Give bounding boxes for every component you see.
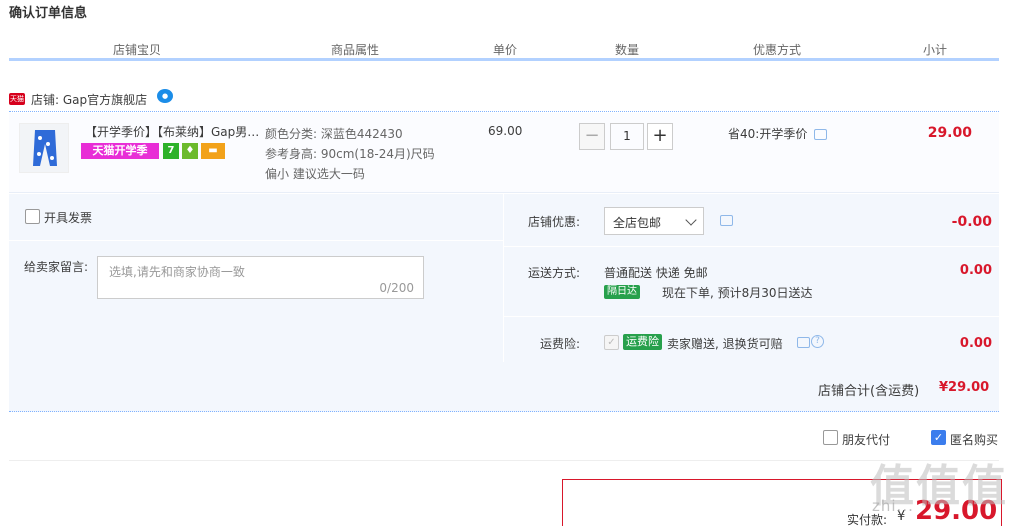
guarantee-icon: ♦ xyxy=(182,143,198,159)
watermark-url: zhi... xyxy=(872,497,914,515)
order-table-header: 店铺宝贝 商品属性 单价 数量 优惠方式 小计 xyxy=(9,37,999,61)
col-header-subtotal: 小计 xyxy=(923,43,948,57)
insurance-badge: 运费险 xyxy=(623,334,662,350)
chevron-down-icon xyxy=(685,214,697,226)
col-header-attributes: 商品属性 xyxy=(331,43,380,57)
col-header-unit-price: 单价 xyxy=(493,43,518,57)
product-thumbnail[interactable] xyxy=(19,123,69,173)
anonymous-checkbox[interactable]: ✓ xyxy=(931,430,946,445)
item-subtotal: 29.00 xyxy=(927,125,972,141)
shipping-amount: 0.00 xyxy=(959,263,992,278)
memo-label: 给卖家留言: xyxy=(24,260,89,274)
shipping-method: 普通配送 快递 免邮 xyxy=(604,266,708,280)
divider xyxy=(504,246,999,247)
shop-discount-select[interactable]: 全店包邮 xyxy=(604,207,704,235)
quantity-increase-button[interactable]: + xyxy=(647,123,673,150)
shop-fees-panel: 店铺优惠: 全店包邮 -0.00 运送方式: 普通配送 快递 免邮 隔日达 现在… xyxy=(504,194,999,362)
unit-price: 69.00 xyxy=(488,124,523,138)
insurance-label: 运费险: xyxy=(540,337,581,351)
next-day-badge: 隔日达 xyxy=(604,285,640,299)
attr-height: 参考身高: 90cm(18-24月)尺码 xyxy=(265,147,435,161)
help-icon[interactable]: ? xyxy=(811,335,824,348)
insurance-checkbox[interactable]: ✓ xyxy=(604,335,619,350)
divider xyxy=(9,240,503,241)
shop-name[interactable]: 店铺: Gap官方旗舰店 xyxy=(31,91,147,108)
attr-note: 偏小 建议选大一码 xyxy=(265,167,365,181)
invoice-label: 开具发票 xyxy=(44,211,93,225)
insurance-amount: 0.00 xyxy=(959,336,992,351)
friend-pay-label: 朋友代付 xyxy=(842,433,891,447)
quantity-input[interactable]: 1 xyxy=(610,123,644,150)
shop-discount-amount: -0.00 xyxy=(951,214,992,230)
shop-total-label: 店铺合计(含运费) xyxy=(818,384,920,399)
memo-textarea[interactable]: 选填,请先和商家协商一致 0/200 xyxy=(97,256,424,299)
memo-placeholder: 选填,请先和商家协商一致 xyxy=(109,265,245,279)
divider xyxy=(504,316,999,317)
shop-row: 天猫 店铺: Gap官方旗舰店 ● xyxy=(9,86,999,112)
shop-discount-selected: 全店包邮 xyxy=(613,216,662,230)
col-header-item: 店铺宝贝 xyxy=(113,43,162,57)
order-item-row: 【开学季价】【布莱纳】Gap男… 天猫开学季 7 ♦ ▬ 颜色分类: 深蓝色44… xyxy=(9,113,999,193)
shipping-label: 运送方式: xyxy=(528,266,581,280)
shop-total-amount: ¥29.00 xyxy=(939,380,990,395)
col-header-quantity: 数量 xyxy=(615,43,640,57)
shop-discount-label: 店铺优惠: xyxy=(528,215,581,229)
wangwang-chat-icon[interactable]: ● xyxy=(157,89,173,103)
divider xyxy=(9,460,999,461)
credit-card-icon: ▬ xyxy=(201,143,225,159)
quantity-decrease-button[interactable]: − xyxy=(579,123,605,150)
page-title: 确认订单信息 xyxy=(9,6,88,21)
discount-text: 省40:开学季价 xyxy=(728,127,808,141)
tmall-badge-icon: 天猫 xyxy=(9,93,25,105)
anonymous-label: 匿名购买 xyxy=(950,433,999,447)
tmall-school-season-badge: 天猫开学季 xyxy=(81,143,159,159)
shop-discount-info-icon[interactable] xyxy=(720,215,733,226)
invoice-memo-panel: 开具发票 给卖家留言: 选填,请先和商家协商一致 0/200 xyxy=(9,194,503,362)
discount-info-icon[interactable] xyxy=(814,129,827,140)
shipping-eta: 现在下单, 预计8月30日送达 xyxy=(662,286,813,300)
friend-pay-checkbox[interactable] xyxy=(823,430,838,445)
col-header-discount: 优惠方式 xyxy=(753,43,802,57)
insurance-text: 卖家赠送, 退换货可赔 xyxy=(667,337,783,351)
memo-char-counter: 0/200 xyxy=(379,281,414,295)
seven-day-return-icon: 7 xyxy=(163,143,179,159)
insurance-chat-icon[interactable] xyxy=(797,337,810,348)
shop-total-row: 店铺合计(含运费) ¥29.00 xyxy=(9,362,999,412)
invoice-checkbox[interactable] xyxy=(25,209,40,224)
product-title-link[interactable]: 【开学季价】【布莱纳】Gap男… xyxy=(85,123,261,140)
attr-color: 颜色分类: 深蓝色442430 xyxy=(265,127,403,141)
